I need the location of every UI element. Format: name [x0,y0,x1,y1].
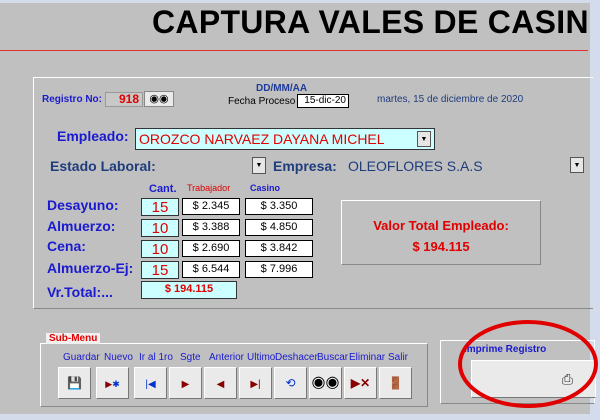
highlight-annotation [458,320,598,408]
red-circle-annotation [458,320,598,408]
